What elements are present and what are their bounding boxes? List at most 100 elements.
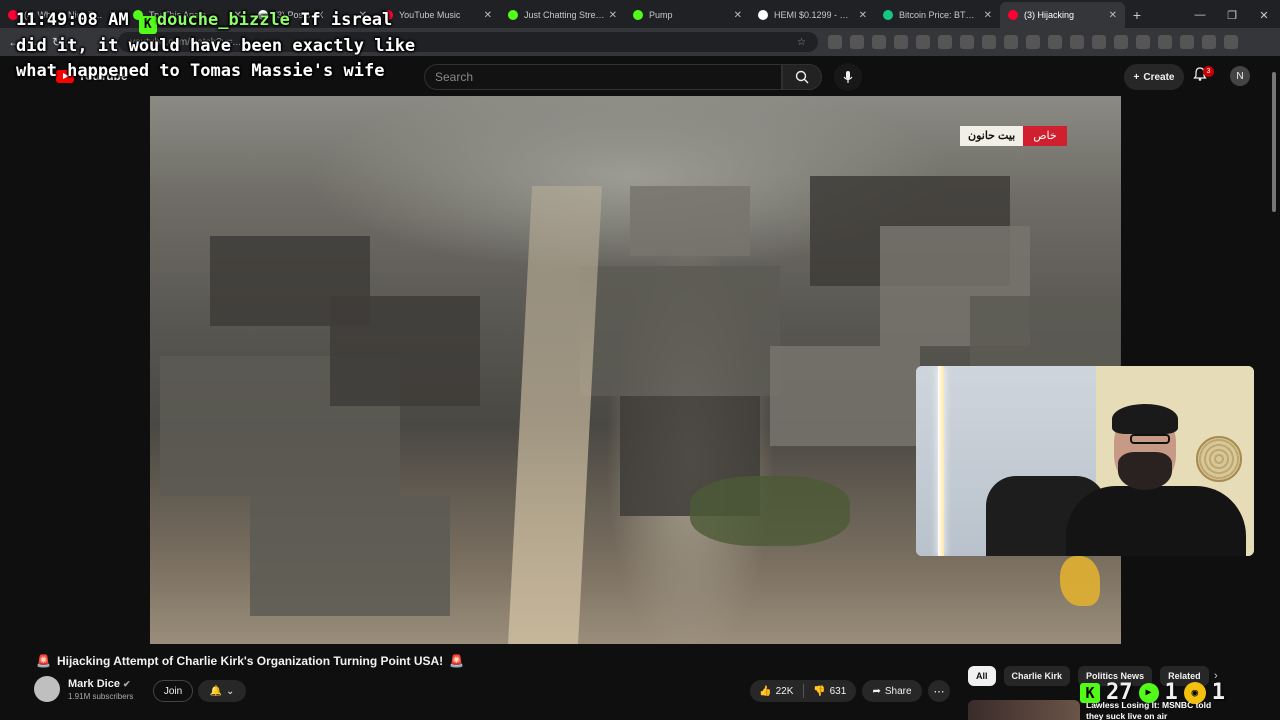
browser-tab[interactable]: Pump ✕ bbox=[625, 2, 750, 28]
microphone-icon bbox=[843, 71, 853, 83]
extension-icon[interactable] bbox=[1224, 35, 1238, 49]
voice-search-button[interactable] bbox=[834, 63, 862, 91]
rumble-viewer-count: 1 bbox=[1211, 680, 1225, 705]
subscription-bell-button[interactable]: 🔔 ⌄ bbox=[198, 680, 246, 702]
dislike-button[interactable]: 👎 631 bbox=[804, 686, 857, 697]
thumbs-down-icon: 👎 bbox=[813, 685, 826, 697]
fan bbox=[1196, 436, 1242, 482]
building-shape bbox=[770, 346, 920, 446]
like-dislike-group: 👍 22K 👎 631 bbox=[750, 680, 856, 702]
browser-tab[interactable]: Bitcoin Price: BTC Live ✕ bbox=[875, 2, 1000, 28]
bookmark-star-icon[interactable]: ☆ bbox=[797, 37, 806, 48]
webcam-overlay bbox=[916, 366, 1254, 556]
close-tab-icon[interactable]: ✕ bbox=[609, 10, 617, 21]
create-label: Create bbox=[1143, 71, 1175, 83]
extension-icon[interactable] bbox=[1180, 35, 1194, 49]
play-viewer-count: 1 bbox=[1164, 680, 1178, 705]
close-tab-icon[interactable]: ✕ bbox=[859, 10, 867, 21]
streamer-body bbox=[1066, 486, 1246, 556]
channel-name-text: Mark Dice bbox=[68, 677, 120, 690]
tab-favicon-icon bbox=[883, 10, 893, 20]
scrollbar-thumb[interactable] bbox=[1272, 72, 1276, 212]
chat-timestamp: 11:49:08 AM bbox=[16, 10, 129, 30]
channel-avatar[interactable] bbox=[34, 676, 60, 702]
related-video-thumbnail[interactable] bbox=[968, 700, 1080, 720]
tab-title: Pump bbox=[649, 10, 673, 20]
extension-icon[interactable] bbox=[1092, 35, 1106, 49]
extension-icon[interactable] bbox=[850, 35, 864, 49]
extension-icon[interactable] bbox=[1048, 35, 1062, 49]
close-tab-icon[interactable]: ✕ bbox=[1109, 10, 1117, 21]
extension-icon[interactable] bbox=[916, 35, 930, 49]
chevron-down-icon: ⌄ bbox=[226, 685, 235, 697]
extension-icon[interactable] bbox=[872, 35, 886, 49]
video-title: Hijacking Attempt of Charlie Kirk's Orga… bbox=[56, 654, 444, 668]
vegetation-patch bbox=[690, 476, 850, 546]
streamer-hair bbox=[1112, 404, 1178, 434]
close-tab-icon[interactable]: ✕ bbox=[984, 10, 992, 21]
share-label: Share bbox=[884, 685, 912, 697]
create-button[interactable]: + Create bbox=[1124, 64, 1184, 90]
extension-icon[interactable] bbox=[1026, 35, 1040, 49]
extension-icon[interactable] bbox=[828, 35, 842, 49]
minimize-icon[interactable]: — bbox=[1184, 2, 1216, 28]
building-shape bbox=[630, 186, 750, 256]
join-button[interactable]: Join bbox=[153, 680, 193, 702]
tab-favicon-icon bbox=[508, 10, 518, 20]
extension-icon[interactable] bbox=[1202, 35, 1216, 49]
tab-favicon-icon bbox=[758, 10, 768, 20]
search-input[interactable]: Search bbox=[424, 64, 782, 90]
tab-title: HEMI $0.1299 - Hemi bbox=[774, 10, 855, 20]
extension-icon[interactable] bbox=[960, 35, 974, 49]
search-button[interactable] bbox=[782, 64, 822, 90]
extension-icon[interactable] bbox=[938, 35, 952, 49]
tab-favicon-icon bbox=[1008, 10, 1018, 20]
like-button[interactable]: 👍 22K bbox=[750, 686, 803, 697]
building-shape bbox=[580, 266, 780, 396]
like-count: 22K bbox=[775, 685, 794, 697]
play-icon: ▶ bbox=[1138, 682, 1159, 703]
extension-icon[interactable] bbox=[982, 35, 996, 49]
share-icon: ➦ bbox=[872, 685, 881, 697]
light-strip bbox=[938, 366, 944, 556]
road-strip bbox=[507, 186, 603, 644]
extension-icon[interactable] bbox=[1114, 35, 1128, 49]
rubble-shape bbox=[330, 296, 480, 406]
plus-icon: + bbox=[1133, 71, 1140, 83]
stream-viewer-counters: K 27 ▶ 1 ◉ 1 bbox=[1080, 680, 1225, 705]
extension-icon[interactable] bbox=[1070, 35, 1084, 49]
exclusive-label: خاص bbox=[1023, 126, 1067, 146]
extension-icon[interactable] bbox=[1004, 35, 1018, 49]
more-actions-button[interactable]: ⋯ bbox=[928, 680, 950, 702]
kick-icon: K bbox=[138, 16, 157, 34]
extension-icon[interactable] bbox=[1136, 35, 1150, 49]
channel-name[interactable]: Mark Dice ✔ bbox=[68, 678, 133, 690]
page-scrollbar[interactable] bbox=[1270, 60, 1278, 720]
close-window-icon[interactable]: ✕ bbox=[1248, 2, 1280, 28]
bell-icon: 🔔 bbox=[209, 685, 223, 697]
close-tab-icon[interactable]: ✕ bbox=[734, 10, 742, 21]
close-tab-icon[interactable]: ✕ bbox=[484, 10, 492, 21]
restore-icon[interactable]: ❐ bbox=[1216, 2, 1248, 28]
browser-tab[interactable]: HEMI $0.1299 - Hemi ✕ bbox=[750, 2, 875, 28]
filter-chip[interactable]: All bbox=[968, 666, 996, 686]
channel-info: Mark Dice ✔ 1.91M subscribers bbox=[34, 676, 133, 702]
browser-tab[interactable]: (3) Hijacking ✕ bbox=[1000, 2, 1125, 28]
filter-chip[interactable]: Charlie Kirk bbox=[1003, 666, 1071, 686]
streamer-glasses bbox=[1130, 434, 1170, 444]
browser-tab[interactable]: Just Chatting Streamin ✕ bbox=[500, 2, 625, 28]
rumble-icon: ◉ bbox=[1183, 681, 1206, 704]
chat-username: douche_bizzle bbox=[156, 10, 290, 30]
account-avatar[interactable]: N bbox=[1230, 66, 1250, 86]
verified-icon: ✔ bbox=[123, 678, 131, 689]
extension-icon[interactable] bbox=[894, 35, 908, 49]
extension-icon[interactable] bbox=[1158, 35, 1172, 49]
new-tab-button[interactable]: + bbox=[1125, 2, 1149, 28]
thumbs-up-icon: 👍 bbox=[759, 685, 772, 697]
news-location-tag: بيت حانون خاص bbox=[960, 126, 1067, 146]
share-button[interactable]: ➦ Share bbox=[862, 680, 922, 702]
chat-overlay-message: 11:49:08 AM Kdouche_bizzle If isreal did… bbox=[16, 8, 416, 84]
tab-title: Just Chatting Streamin bbox=[524, 10, 605, 20]
siren-icon: 🚨 bbox=[36, 654, 51, 668]
siren-icon: 🚨 bbox=[449, 654, 465, 668]
